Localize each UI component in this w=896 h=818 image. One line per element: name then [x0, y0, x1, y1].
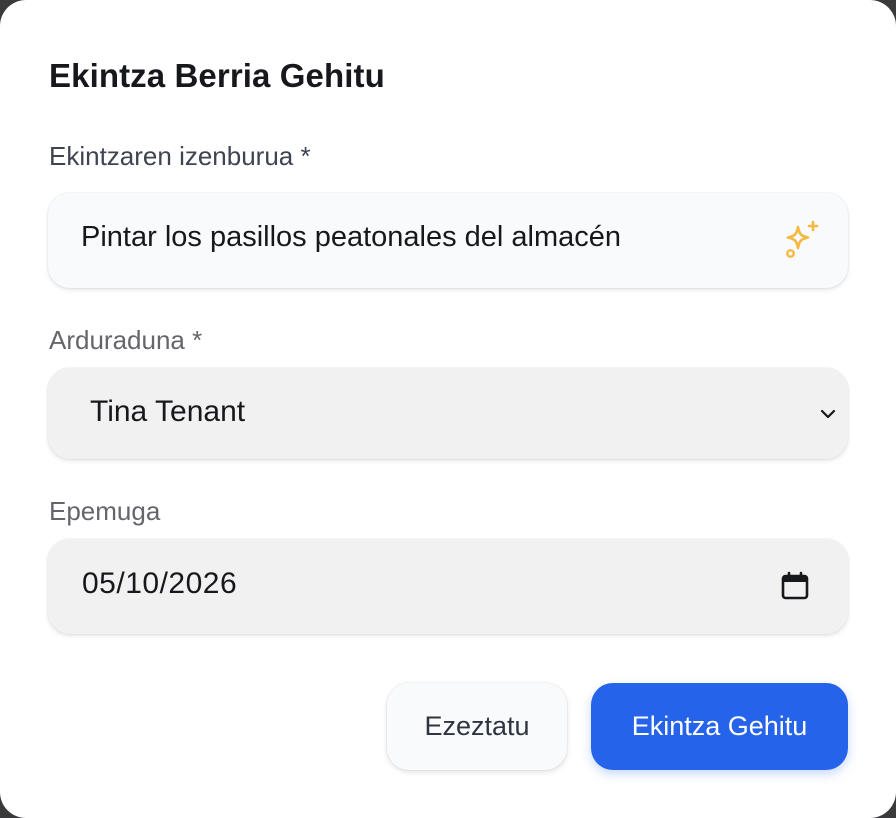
chevron-down-icon [818, 404, 838, 424]
sparkles-icon[interactable] [782, 219, 824, 261]
cancel-button[interactable]: Ezeztatu [387, 683, 567, 770]
due-date-value: 05/10/2026 [82, 567, 238, 600]
dialog-title: Ekintza Berria Gehitu [49, 57, 385, 94]
due-date-input[interactable]: 05/10/2026 [48, 539, 848, 634]
add-action-button[interactable]: Ekintza Gehitu [591, 683, 848, 770]
title-input[interactable]: Pintar los pasillos peatonales del almac… [48, 193, 848, 288]
title-input-value: Pintar los pasillos peatonales del almac… [81, 221, 622, 253]
title-field-label: Ekintzaren izenburua * [49, 141, 311, 171]
due-date-field-label: Epemuga [49, 496, 161, 526]
assignee-select[interactable]: Tina Tenant [48, 368, 848, 459]
add-action-dialog: Ekintza Berria Gehitu Ekintzaren izenbur… [0, 0, 896, 818]
assignee-selected-value: Tina Tenant [90, 395, 246, 428]
assignee-field-label: Arduraduna * [49, 325, 203, 355]
calendar-icon[interactable] [780, 571, 810, 601]
